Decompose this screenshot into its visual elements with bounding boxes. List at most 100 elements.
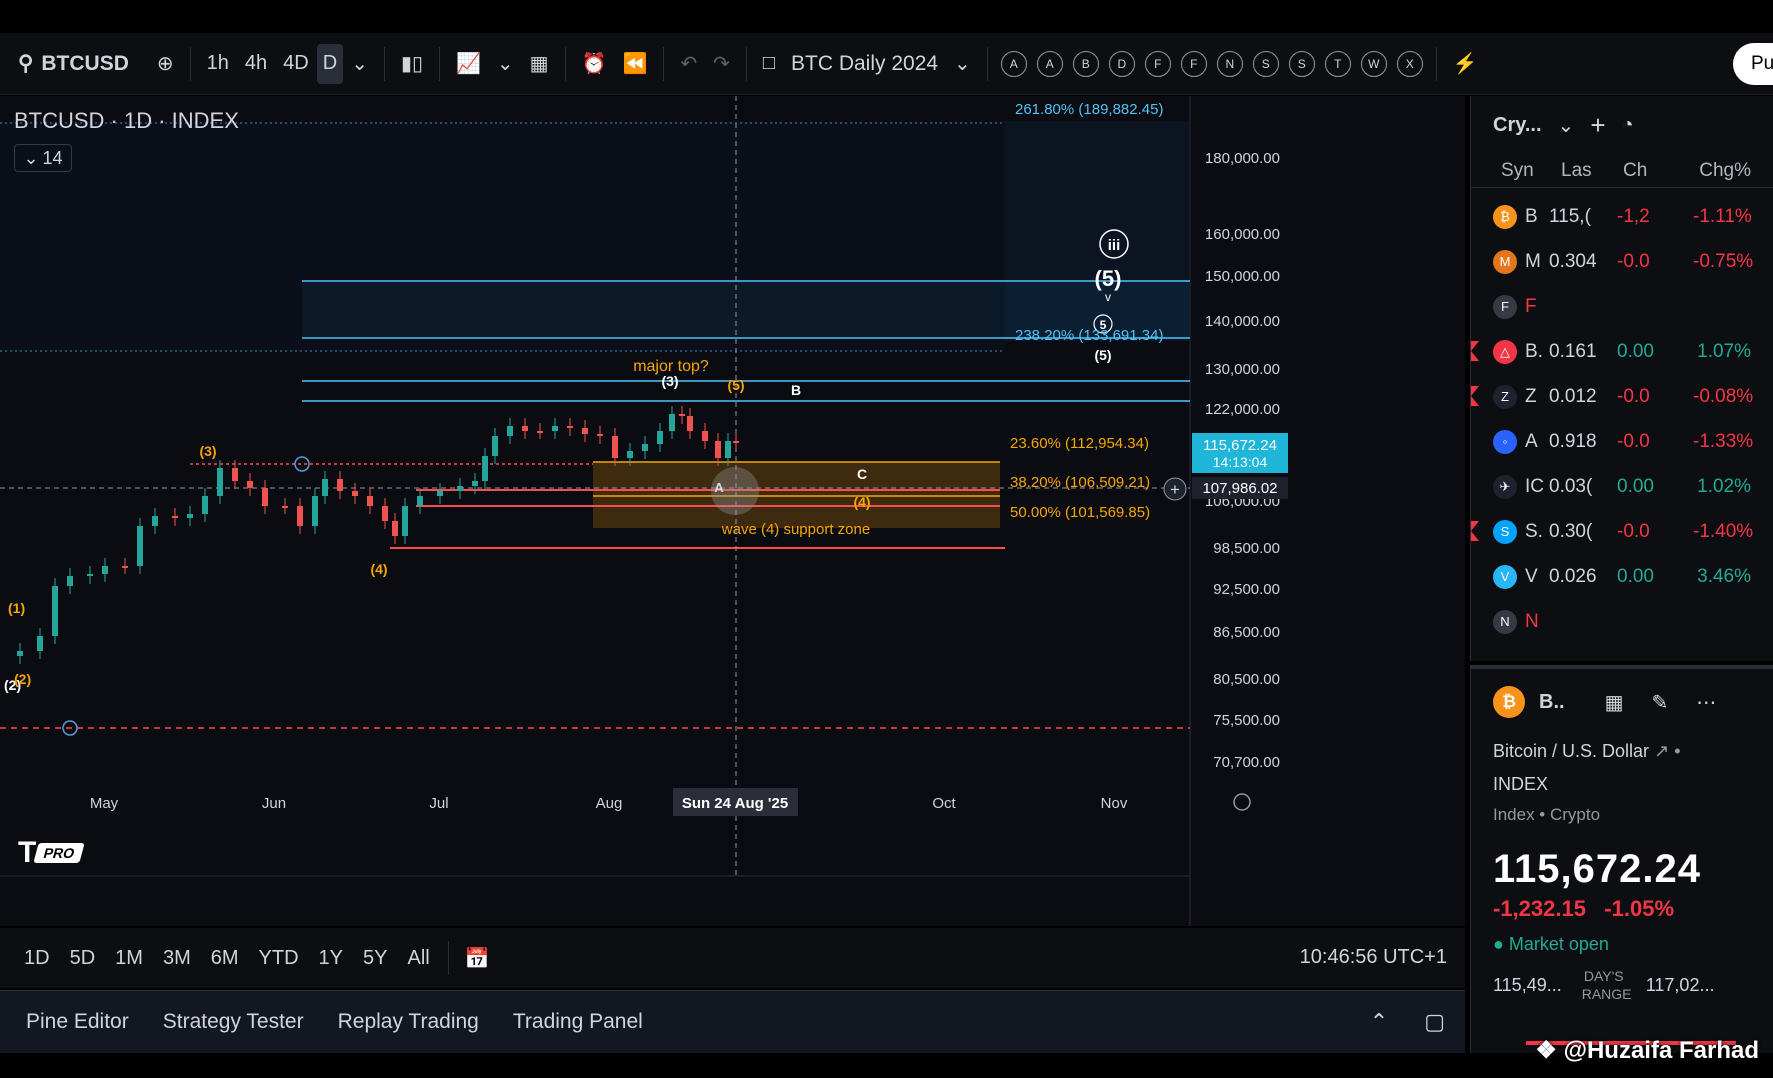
tab-strategy-tester[interactable]: Strategy Tester xyxy=(151,1010,326,1034)
more-icon[interactable]: ⋯ xyxy=(1696,690,1716,715)
watchlist-row[interactable]: V V 0.026 0.00 3.46% xyxy=(1471,554,1773,599)
alpha-button-8[interactable]: S xyxy=(1288,50,1315,77)
candle-body xyxy=(642,444,648,451)
range-button-6m[interactable]: 6M xyxy=(201,947,249,970)
tab-replay-trading[interactable]: Replay Trading xyxy=(326,1010,501,1034)
range-buttons: 1D 5D 1M 3M 6M YTD 1Y 5Y All xyxy=(14,947,440,970)
col-symbol[interactable]: Syn xyxy=(1471,160,1547,182)
watchlist-title[interactable]: Cry... xyxy=(1493,114,1542,137)
pie-chart-icon[interactable]: ◔ xyxy=(1622,114,1634,137)
row-symbol: F xyxy=(1525,295,1537,317)
chevron-up-icon[interactable]: ⌃ xyxy=(1370,1009,1388,1035)
candle-body xyxy=(402,506,408,536)
interval-4d[interactable]: 4D xyxy=(275,44,317,84)
alpha-button-1[interactable]: A xyxy=(1036,50,1063,77)
watchlist-row[interactable]: ◦ A 0.918 -0.0 -1.33% xyxy=(1471,419,1773,464)
candle-body xyxy=(417,496,423,506)
flag-icon[interactable] xyxy=(1471,386,1479,406)
external-link-icon[interactable]: ↗ xyxy=(1654,741,1669,761)
alpha-button-5[interactable]: F xyxy=(1180,50,1207,77)
days-range: 115,49... DAY'S RANGE 117,02... xyxy=(1493,967,1773,1003)
maximize-icon[interactable]: ▢ xyxy=(1424,1009,1445,1035)
range-button-5y[interactable]: 5Y xyxy=(353,947,397,970)
go-to-date-button[interactable]: 📅 xyxy=(457,938,498,978)
row-last: 0.918 xyxy=(1549,430,1597,452)
redo-button[interactable]: ↷ xyxy=(705,44,738,84)
row-last: 0.304 xyxy=(1549,250,1597,272)
chevron-down-icon[interactable]: ⌄ xyxy=(1558,113,1575,138)
chart-type-button[interactable]: ▮▯ xyxy=(393,44,431,84)
wave-label-4-target: (4) xyxy=(853,494,870,510)
chart-canvas[interactable]: major top?wave (4) support zone(3)(3)(4)… xyxy=(0,96,1465,926)
chart-clock[interactable]: 10:46:56 UTC+1 xyxy=(1300,946,1447,969)
flag-icon[interactable] xyxy=(1471,341,1479,361)
watchlist-row[interactable]: S S. 0.30(-0.0 -1.40% xyxy=(1471,509,1773,554)
candle-body xyxy=(152,516,158,526)
watchlist-row[interactable]: ✈ IC 0.03(0.00 1.02% xyxy=(1471,464,1773,509)
range-button-3m[interactable]: 3M xyxy=(153,947,201,970)
symbol-search-button[interactable]: ⚲ BTCUSD xyxy=(10,44,149,84)
quick-search-button[interactable]: ⚡ xyxy=(1445,44,1486,84)
alpha-button-3[interactable]: D xyxy=(1108,50,1135,77)
top-toolbar: ⚲ BTCUSD ⊕ 1h 4h 4D D ⌄ ▮▯ 📈 ⌄ ▦ ⏰ ⏪ ↶ ↷… xyxy=(0,33,1773,95)
symbol-name: BTCUSD xyxy=(41,51,129,75)
alpha-button-10[interactable]: W xyxy=(1360,50,1387,77)
undo-button[interactable]: ↶ xyxy=(672,44,705,84)
range-button-ytd[interactable]: YTD xyxy=(249,947,309,970)
indicators-button[interactable]: 📈 xyxy=(448,44,489,84)
alert-button[interactable]: ⏰ xyxy=(574,44,615,84)
interval-1h[interactable]: 1h xyxy=(199,44,237,84)
layout-dropdown[interactable]: ⌄ xyxy=(946,44,979,84)
candle-body xyxy=(507,426,513,436)
edit-icon[interactable]: ✎ xyxy=(1651,690,1668,715)
alpha-button-9[interactable]: T xyxy=(1324,50,1351,77)
watchlist-row[interactable]: ₿ B 115,(-1,2 -1.11% xyxy=(1471,194,1773,239)
alpha-button-2[interactable]: B xyxy=(1072,50,1099,77)
watchlist-row[interactable]: NN xyxy=(1471,599,1773,644)
watchlist-row[interactable]: FF xyxy=(1471,284,1773,329)
replay-button[interactable]: ⏪ xyxy=(614,44,655,84)
col-last[interactable]: Las xyxy=(1547,160,1619,182)
row-change-percent: -0.75% xyxy=(1693,250,1754,272)
range-button-all[interactable]: All xyxy=(397,947,439,970)
interval-4h[interactable]: 4h xyxy=(237,44,275,84)
publish-button[interactable]: Pub xyxy=(1733,43,1773,85)
alpha-button-4[interactable]: F xyxy=(1144,50,1171,77)
candle-body xyxy=(482,456,488,481)
compare-add-button[interactable]: ⊕ xyxy=(149,44,182,84)
row-last: 115,( xyxy=(1549,205,1591,227)
range-button-5d[interactable]: 5D xyxy=(60,947,106,970)
watchlist-row[interactable]: Z Z 0.012 -0.0 -0.08% xyxy=(1471,374,1773,419)
time-tick-label: Nov xyxy=(1101,795,1128,812)
tab-trading-panel[interactable]: Trading Panel xyxy=(501,1010,665,1034)
watchlist-row[interactable]: △ B. 0.161 0.00 1.07% xyxy=(1471,329,1773,374)
add-symbol-icon[interactable]: + xyxy=(1590,110,1605,141)
col-change[interactable]: Ch xyxy=(1619,160,1669,182)
alpha-button-11[interactable]: X xyxy=(1396,50,1423,77)
range-button-1y[interactable]: 1Y xyxy=(309,947,353,970)
alpha-button-6[interactable]: N xyxy=(1216,50,1243,77)
indicator-toggle[interactable]: ⌄ 14 xyxy=(14,144,72,172)
wave-label-5-minor: (5) xyxy=(1094,347,1111,363)
watchlist-row[interactable]: M M 0.304 -0.0 -0.75% xyxy=(1471,239,1773,284)
row-symbol: B xyxy=(1525,205,1538,227)
alpha-button-0[interactable]: A xyxy=(1000,50,1027,77)
range-button-1m[interactable]: 1M xyxy=(105,947,153,970)
tab-pine-editor[interactable]: Pine Editor xyxy=(14,1010,151,1034)
chart-area[interactable]: major top? wave (4) support zone (3) (3) (4)… xyxy=(0,96,1465,926)
layout-square-button[interactable]: □ xyxy=(755,44,783,84)
alpha-button-7[interactable]: S xyxy=(1252,50,1279,77)
templates-button[interactable]: ▦ xyxy=(522,44,557,84)
row-symbol: N xyxy=(1525,610,1539,632)
coin-icon: S xyxy=(1493,519,1517,544)
range-button-1d[interactable]: 1D xyxy=(14,947,60,970)
row-last: 0.026 xyxy=(1549,565,1597,587)
grid-icon[interactable]: ▦ xyxy=(1605,690,1624,715)
interval-dropdown[interactable]: ⌄ xyxy=(343,44,376,84)
col-change-percent[interactable]: Chg% xyxy=(1683,160,1773,182)
flag-icon[interactable] xyxy=(1471,521,1479,541)
layout-name[interactable]: BTC Daily 2024 xyxy=(783,44,946,84)
interval-d[interactable]: D xyxy=(316,43,344,84)
indicators-dropdown[interactable]: ⌄ xyxy=(489,44,522,84)
lightning-icon: ⚡ xyxy=(1452,53,1478,75)
